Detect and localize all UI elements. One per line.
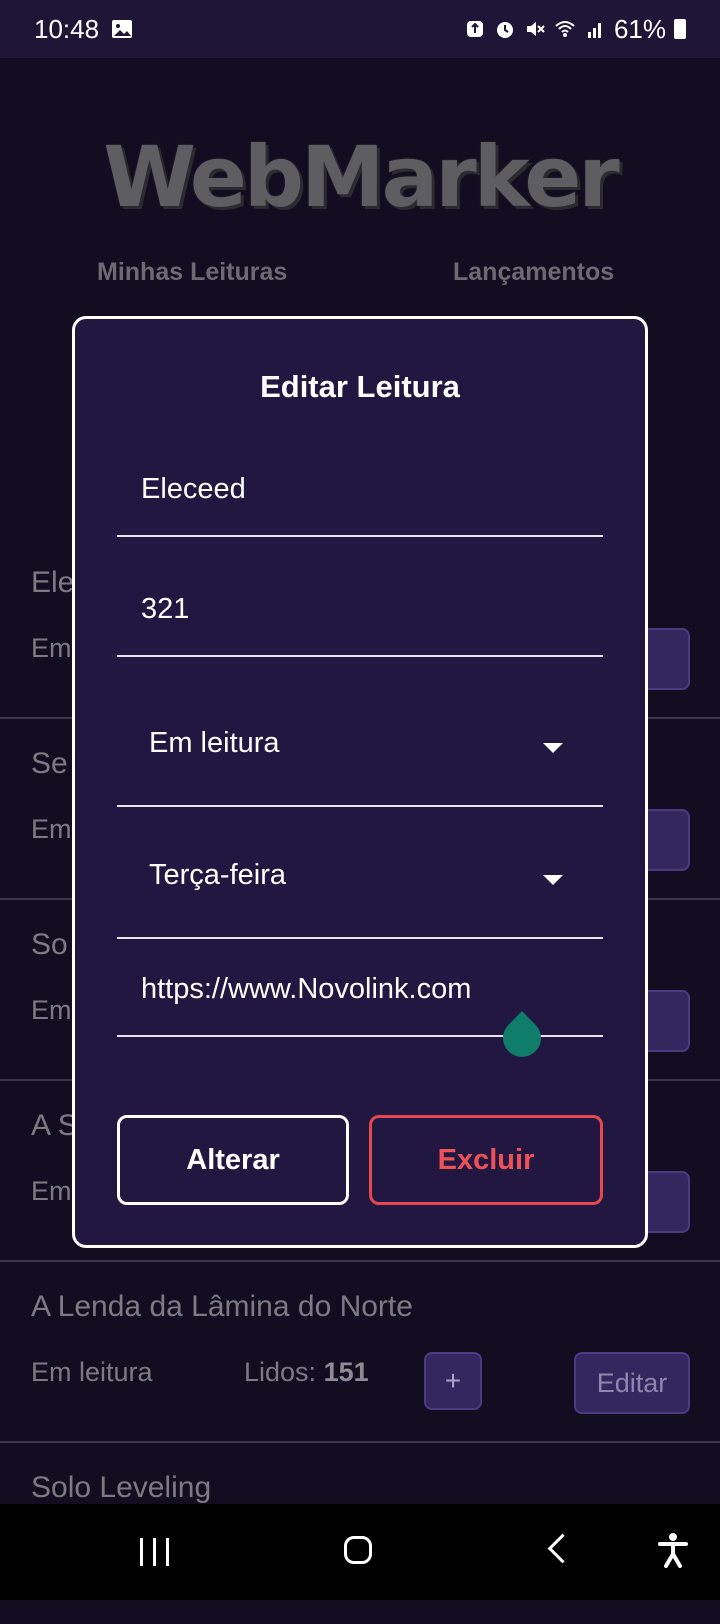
name-value: Eleceed <box>141 473 246 505</box>
status-select[interactable]: Em leitura <box>117 679 603 807</box>
increment-button[interactable]: + <box>424 1352 482 1410</box>
status-value: Em leitura <box>149 727 280 759</box>
battery-percent: 61% <box>613 13 666 44</box>
link-value: https://www.Novolink.com <box>141 973 472 1005</box>
reading-status: Em <box>31 633 72 663</box>
delete-button[interactable]: Excluir <box>369 1115 603 1205</box>
read-count-value: 151 <box>323 1357 369 1387</box>
status-bar: 10:48 61% <box>0 0 720 58</box>
chevron-down-icon <box>543 743 563 753</box>
reading-status: Em <box>31 995 72 1025</box>
weekday-value: Terça-feira <box>149 859 286 891</box>
reading-title: Se <box>31 747 68 780</box>
wifi-icon <box>555 21 575 37</box>
accessibility-icon[interactable] <box>658 1532 688 1568</box>
recycle-icon <box>466 21 483 37</box>
edit-reading-dialog: Editar Leitura Eleceed 321 Em leitura Te… <box>72 316 648 1248</box>
read-label-text: Lidos: <box>244 1357 317 1387</box>
battery-icon <box>674 19 686 39</box>
system-nav-bar <box>0 1504 720 1600</box>
nav-my-readings[interactable]: Minhas Leituras <box>97 258 287 287</box>
reading-status: Em <box>31 814 72 844</box>
recents-icon[interactable] <box>140 1538 169 1566</box>
status-time: 10:48 <box>34 13 100 44</box>
nav-releases[interactable]: Lançamentos <box>453 258 614 287</box>
edit-button[interactable]: Editar <box>574 1352 690 1414</box>
back-icon[interactable] <box>547 1533 578 1564</box>
reading-title: A S <box>31 1109 78 1142</box>
reading-title: A Lenda da Lâmina do Norte <box>31 1290 413 1323</box>
image-icon <box>112 20 133 38</box>
reading-status: Em <box>31 1176 72 1206</box>
chapter-field[interactable]: 321 <box>117 559 603 657</box>
signal-icon <box>587 23 601 38</box>
mute-icon <box>526 22 545 36</box>
reading-title: So <box>31 928 68 961</box>
reading-status: Em leitura <box>31 1357 153 1387</box>
alarm-icon <box>496 22 513 38</box>
alter-button[interactable]: Alterar <box>117 1115 349 1205</box>
list-item: A Lenda da Lâmina do Norte Em leitura Li… <box>0 1262 720 1443</box>
dialog-title: Editar Leitura <box>260 369 460 404</box>
chapter-value: 321 <box>141 593 190 625</box>
reading-title: Solo Leveling <box>31 1471 212 1504</box>
read-count: Lidos: 151 <box>244 1357 369 1388</box>
name-field[interactable]: Eleceed <box>117 439 603 537</box>
reading-title: Ele <box>31 566 75 599</box>
status-icons: 61% <box>464 14 686 45</box>
app-logo: WebMarker <box>103 128 619 226</box>
weekday-select[interactable]: Terça-feira <box>117 811 603 939</box>
home-icon[interactable] <box>344 1536 372 1564</box>
chevron-down-icon <box>543 875 563 885</box>
